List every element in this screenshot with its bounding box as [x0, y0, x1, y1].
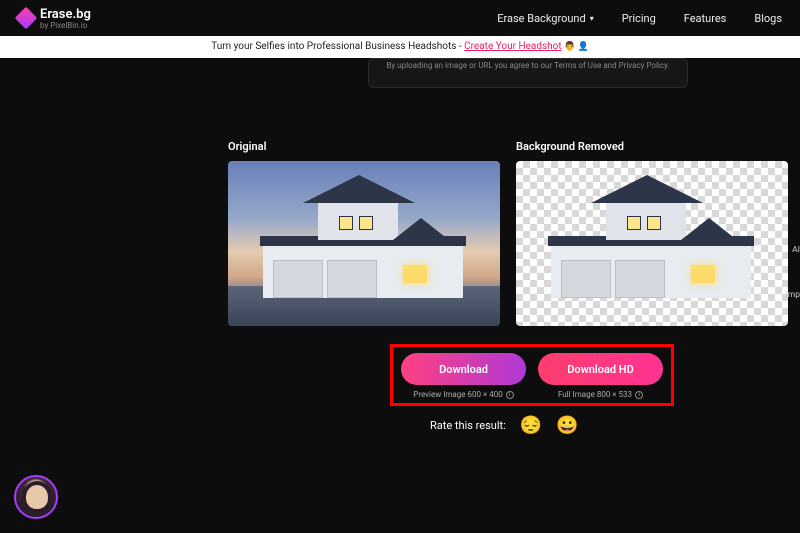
brand-logo[interactable]: Erase.bg by PixelBin.io: [18, 7, 91, 30]
app-header: Erase.bg by PixelBin.io Erase Background…: [0, 0, 800, 36]
logo-icon: [15, 7, 38, 30]
download-area-highlight: Download Preview Image 600 × 400 i Downl…: [390, 344, 674, 406]
banner-lead: Turn your Selfies into Professional Busi…: [211, 41, 464, 52]
rate-happy-emoji[interactable]: 😀: [556, 415, 578, 436]
brand-name: Erase.bg: [40, 7, 91, 22]
download-preview-col: Download Preview Image 600 × 400 i: [401, 353, 526, 399]
removed-column: Background Removed: [516, 140, 788, 326]
chat-avatar[interactable]: [14, 475, 58, 519]
info-icon[interactable]: i: [506, 391, 514, 399]
info-icon[interactable]: i: [635, 391, 643, 399]
banner-cta-link[interactable]: Create Your Headshot: [464, 41, 562, 52]
side-ai-label[interactable]: AI: [792, 245, 800, 255]
nav-features[interactable]: Features: [684, 12, 727, 25]
nav-blogs[interactable]: Blogs: [754, 12, 782, 25]
download-caption: Preview Image 600 × 400 i: [401, 390, 526, 399]
download-hd-label: Download HD: [567, 363, 634, 376]
caption-text: Preview Image 600 × 400: [413, 390, 502, 399]
side-improve-label[interactable]: Imp: [785, 290, 800, 300]
nav-pricing[interactable]: Pricing: [622, 12, 656, 25]
upload-terms-note: By uploading an image or URL you agree t…: [368, 58, 688, 88]
nav-label: Erase Background: [497, 12, 585, 25]
original-image[interactable]: [228, 161, 500, 326]
rate-result: Rate this result: 😔 😀: [430, 415, 579, 436]
upload-note-text: By uploading an image or URL you agree t…: [386, 61, 669, 70]
nav-label: Blogs: [754, 12, 782, 25]
nav-label: Features: [684, 12, 727, 25]
brand-text-wrap: Erase.bg by PixelBin.io: [40, 7, 91, 30]
rate-label: Rate this result:: [430, 419, 506, 432]
download-hd-col: Download HD Full Image 800 × 533 i: [538, 353, 663, 399]
original-column: Original: [228, 140, 500, 326]
download-label: Download: [439, 363, 488, 376]
main-nav: Erase Background ▾ Pricing Features Blog…: [497, 12, 782, 25]
original-label: Original: [228, 140, 500, 153]
nav-label: Pricing: [622, 12, 656, 25]
removed-label: Background Removed: [516, 140, 788, 153]
download-hd-button[interactable]: Download HD: [538, 353, 663, 385]
download-button[interactable]: Download: [401, 353, 526, 385]
promo-banner: Turn your Selfies into Professional Busi…: [0, 36, 800, 58]
caption-text: Full Image 800 × 533: [558, 390, 632, 399]
result-panels: Original: [228, 140, 800, 326]
removed-image[interactable]: [516, 161, 788, 326]
brand-byline: by PixelBin.io: [40, 22, 91, 30]
chevron-down-icon: ▾: [590, 14, 594, 23]
banner-icons: 👨 👤: [564, 42, 589, 52]
nav-erase-background[interactable]: Erase Background ▾: [497, 12, 593, 25]
download-hd-caption: Full Image 800 × 533 i: [538, 390, 663, 399]
rate-bored-emoji[interactable]: 😔: [520, 415, 542, 436]
